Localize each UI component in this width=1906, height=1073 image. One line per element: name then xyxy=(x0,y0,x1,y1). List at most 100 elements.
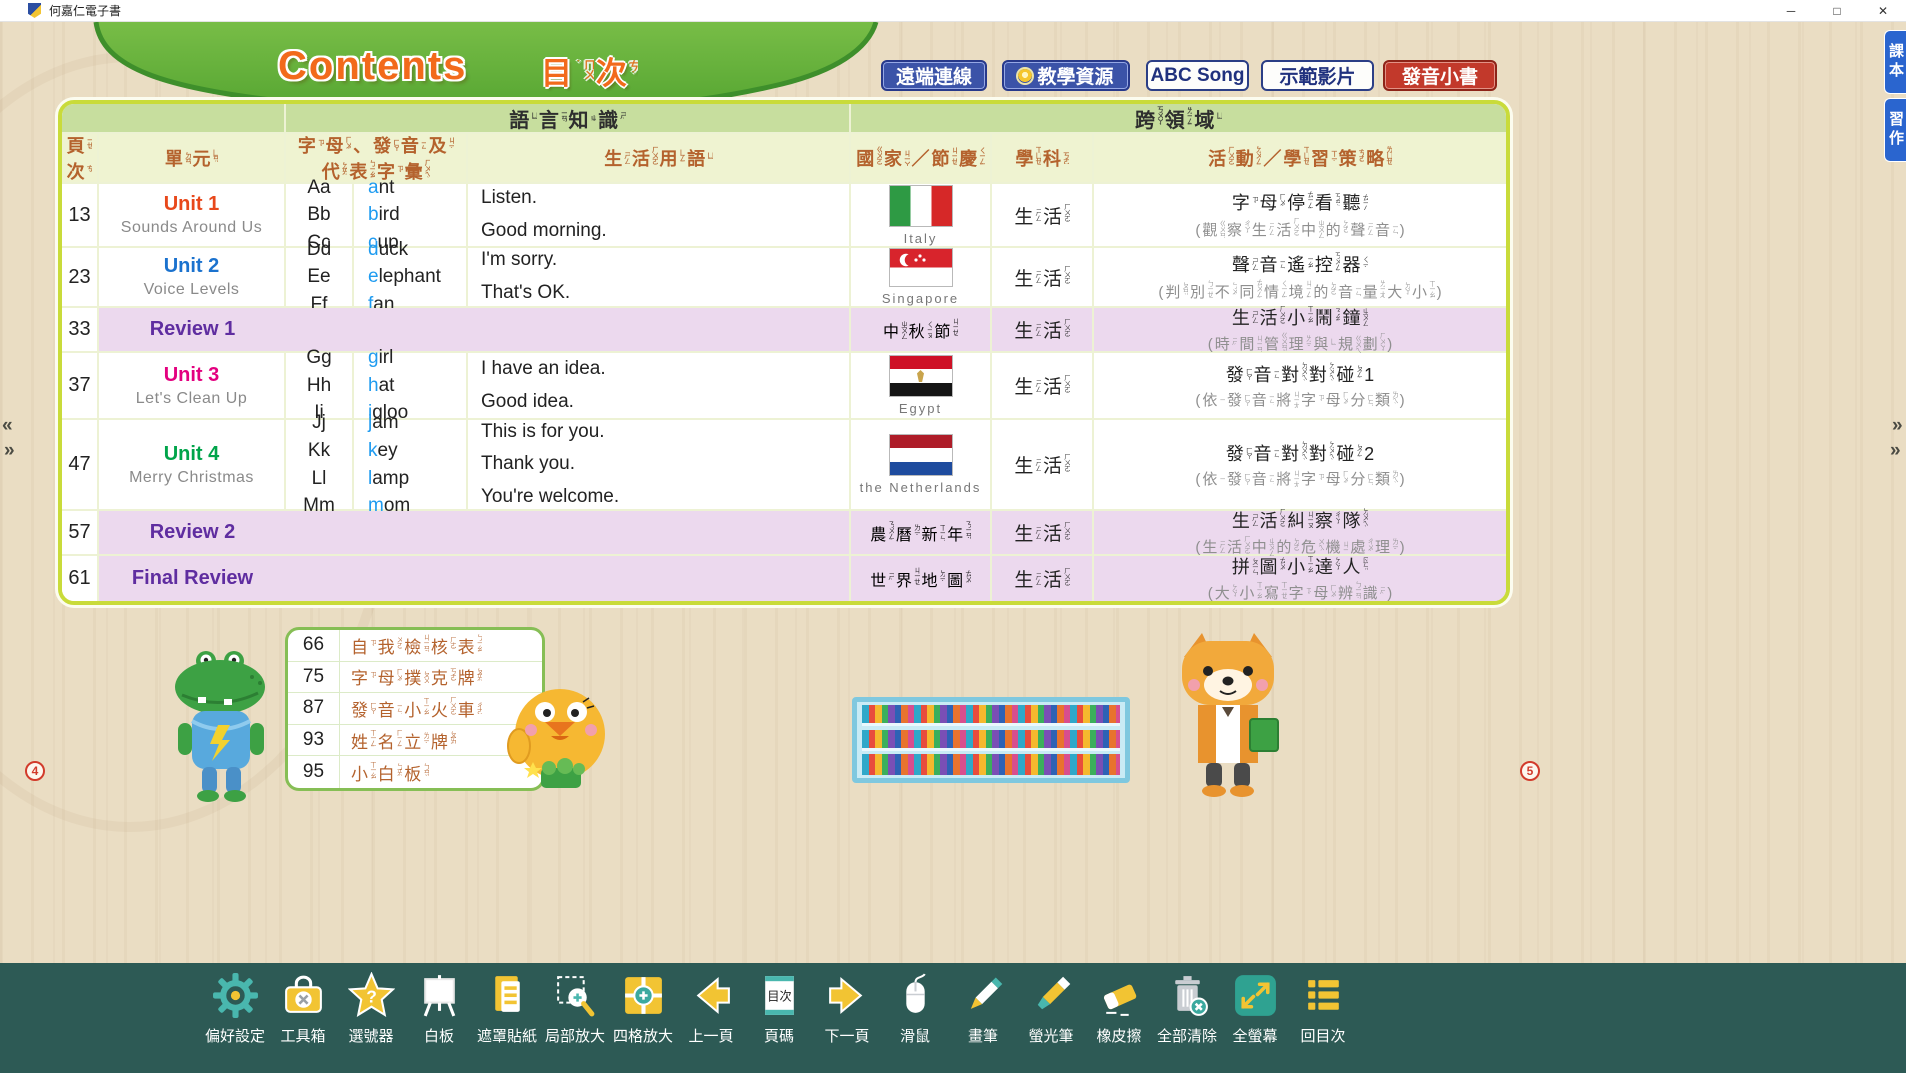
tab-workbook[interactable]: 習作 xyxy=(1884,98,1906,162)
subject-cell: 生ㄕㄥ活ㄏㄨㄛˊ xyxy=(992,248,1094,308)
toolbar-highlighter[interactable]: 螢光筆 xyxy=(1017,963,1085,1067)
activity-cell: 拼ㄆㄧㄣ圖ㄊㄨˊ小ㄒㄧㄠˇ達ㄉㄚˊ人ㄖㄣˊ (大ㄉㄚˋ小ㄒㄧㄠˇ寫ㄒㄧㄝˇ字ㄗˋ… xyxy=(1094,556,1506,601)
eraser-icon xyxy=(1096,972,1143,1019)
toolbar-preferences[interactable]: 偏好設定 xyxy=(201,963,269,1067)
activity-cell: 字ㄗˋ母ㄇㄨˇ停ㄊㄧㄥˊ看ㄎㄢˋ聽ㄊㄧㄥ (觀ㄍㄨㄢ察ㄔㄚˊ生ㄕㄥ活ㄏㄨㄛˊ中ㄓ… xyxy=(1094,184,1506,248)
festival-cell: 世ㄕˋ界ㄐㄧㄝˋ地ㄉㄧˋ圖ㄊㄨˊ xyxy=(851,556,992,601)
toolbar-back-to-contents[interactable]: 回目次 xyxy=(1289,963,1357,1067)
toolbar-eraser[interactable]: 橡皮擦 xyxy=(1085,963,1153,1067)
toolbar-prev-page[interactable]: 上一頁 xyxy=(677,963,745,1067)
gear-icon xyxy=(212,972,259,1019)
activity-cell: 聲ㄕㄥ音ㄧㄣ遙ㄧㄠˊ控ㄎㄨㄥˋ器ㄑㄧˋ (判ㄆㄢˋ別ㄅㄧㄝˊ不ㄅㄨˋ同ㄊㄨㄥˊ情… xyxy=(1094,248,1506,308)
flag-egypt xyxy=(889,355,953,397)
page-badge-left[interactable]: 4 xyxy=(25,761,45,781)
flag-label: Italy xyxy=(904,231,938,246)
minimize-button[interactable]: ─ xyxy=(1768,0,1814,22)
page-number-icon: 目次 xyxy=(756,972,803,1019)
demo-video-button[interactable]: 示範影片 xyxy=(1261,60,1374,91)
toolbar-mouse[interactable]: 滑鼠 xyxy=(881,963,949,1067)
row-page: 13 xyxy=(62,184,99,248)
fullscreen-icon xyxy=(1232,972,1279,1019)
phonics-book-button[interactable]: 發音小書 xyxy=(1383,60,1497,91)
festival-cell: 農ㄋㄨㄥˊ曆ㄌㄧˋ新ㄒㄧㄣ年ㄋㄧㄢˊ xyxy=(851,511,992,556)
review-1-cell[interactable]: Review 1 xyxy=(99,308,851,353)
back-to-contents-icon xyxy=(1300,972,1347,1019)
toolbar-pen[interactable]: 畫筆 xyxy=(949,963,1017,1067)
review-2-cell[interactable]: Review 2 xyxy=(99,511,851,556)
toolbar-mask-sticker[interactable]: 遮罩貼紙 xyxy=(473,963,541,1067)
abc-song-button[interactable]: ABC Song xyxy=(1146,60,1249,91)
unit-1-cell[interactable]: Unit 1 Sounds Around Us xyxy=(99,184,286,248)
toolbox-icon xyxy=(280,972,327,1019)
toolbar-quad-zoom[interactable]: 四格放大 xyxy=(609,963,677,1067)
country-cell: Egypt xyxy=(851,353,992,420)
col-header-activity: 活ㄏㄨㄛˊ動ㄉㄨㄥˋ／學ㄒㄩㄝˊ習ㄒㄧˊ策ㄘㄜˋ略ㄌㄩㄝˋ xyxy=(1094,134,1506,184)
extras-row-self-check[interactable]: 66 自ㄗˋ我ㄨㄛˇ檢ㄐㄧㄢˇ核ㄏㄜˊ表ㄅㄧㄠˇ xyxy=(288,630,542,662)
unit-subtitle: Merry Christmas xyxy=(129,469,254,487)
page-badge-right[interactable]: 5 xyxy=(1520,761,1540,781)
prev-page-icon xyxy=(688,972,735,1019)
phrases-cell: I have an idea. Good idea. xyxy=(468,353,851,420)
col-header-country: 國ㄍㄨㄛˊ家ㄐㄧㄚ／節ㄐㄧㄝˊ慶ㄑㄧㄥˋ xyxy=(851,134,992,184)
unit-3-cell[interactable]: Unit 3 Let's Clean Up xyxy=(99,353,286,420)
remote-connect-button[interactable]: 遠端連線 xyxy=(881,60,987,91)
mask-sticker-icon xyxy=(484,972,531,1019)
words-cell: jamkeylampmom xyxy=(354,420,468,511)
prev-spread-chevron-2[interactable]: » xyxy=(4,441,15,460)
unit-title: Unit 1 xyxy=(164,193,220,216)
duck-mascot xyxy=(503,670,617,794)
subject-cell: 生ㄕㄥ活ㄏㄨㄛˊ xyxy=(992,353,1094,420)
window-title: 何嘉仁電子書 xyxy=(49,2,121,19)
whiteboard-icon xyxy=(416,972,463,1019)
toolbar-next-page[interactable]: 下一頁 xyxy=(813,963,881,1067)
svg-text:目次: 目次 xyxy=(767,990,792,1004)
next-page-icon xyxy=(824,972,871,1019)
contents-title-zh: 目ㄇㄨˋ次ㄘˋ xyxy=(540,48,639,93)
prev-spread-chevron[interactable]: « xyxy=(2,416,13,435)
tab-textbook[interactable]: 課本 xyxy=(1884,30,1906,94)
pen-icon xyxy=(960,972,1007,1019)
country-cell: Italy xyxy=(851,184,992,248)
next-spread-chevron-2[interactable]: » xyxy=(1890,441,1901,460)
letters-cell: Jj Kk Ll Mm xyxy=(286,420,354,511)
teaching-resources-button[interactable]: 教學資源 xyxy=(1002,60,1130,91)
bookshelf-row xyxy=(862,754,1120,775)
phrases-cell: This is for you. Thank you. You're welco… xyxy=(468,420,851,511)
close-button[interactable]: ✕ xyxy=(1860,0,1906,22)
bottom-toolbar: 偏好設定 工具箱 ? 選號器 白板 xyxy=(0,963,1906,1073)
crocodile-mascot xyxy=(158,645,290,803)
col-header-page: 頁ㄧㄝˋ次ㄘˋ xyxy=(62,134,99,184)
unit-2-cell[interactable]: Unit 2 Voice Levels xyxy=(99,248,286,308)
unit-4-cell[interactable]: Unit 4 Merry Christmas xyxy=(99,420,286,511)
toolbar-clear-all[interactable]: 全部清除 xyxy=(1153,963,1221,1067)
svg-text:?: ? xyxy=(366,987,377,1007)
col-header-phrases: 生ㄕㄥ活ㄏㄨㄛˊ用ㄩㄥˋ語ㄩˇ xyxy=(468,134,851,184)
subject-cell: 生ㄕㄥ活ㄏㄨㄛˊ xyxy=(992,556,1094,601)
subject-cell: 生ㄕㄥ活ㄏㄨㄛˊ xyxy=(992,184,1094,248)
toolbar-whiteboard[interactable]: 白板 xyxy=(405,963,473,1067)
subject-cell: 生ㄕㄥ活ㄏㄨㄛˊ xyxy=(992,308,1094,353)
toolbar-fullscreen[interactable]: 全螢幕 xyxy=(1221,963,1289,1067)
unit-title: Unit 4 xyxy=(164,443,220,466)
next-spread-chevron[interactable]: » xyxy=(1892,416,1903,435)
unit-subtitle: Sounds Around Us xyxy=(121,219,262,237)
maximize-button[interactable]: □ xyxy=(1814,0,1860,22)
group-header-empty xyxy=(62,104,286,134)
activity-cell: 發ㄈㄚ音ㄧㄣ對ㄉㄨㄟˋ對ㄉㄨㄟˋ碰ㄆㄥˋ1 (依ㄧ發ㄈㄚ音ㄧㄣ將ㄐㄧㄤ字ㄗˋ母ㄇ… xyxy=(1094,353,1506,420)
phrases-cell: Listen. Good morning. xyxy=(468,184,851,248)
bookshelf-illustration xyxy=(852,697,1130,783)
toolbar-toolbox[interactable]: 工具箱 xyxy=(269,963,337,1067)
group-header-language-knowledge: 語ㄩˇ言ㄧㄢˊ知ㄓ識ㄕˋ xyxy=(286,104,851,134)
dog-mascot xyxy=(1156,627,1300,801)
flag-label: Egypt xyxy=(899,401,942,416)
toolbar-partial-zoom[interactable]: 局部放大 xyxy=(541,963,609,1067)
app-logo-icon xyxy=(28,3,41,18)
toolbar-number-picker[interactable]: ? 選號器 xyxy=(337,963,405,1067)
flag-netherlands xyxy=(889,434,953,476)
final-review-cell[interactable]: Final Review xyxy=(99,556,851,601)
unit-subtitle: Let's Clean Up xyxy=(136,390,247,408)
activity-cell: 生ㄕㄥ活ㄏㄨㄛˊ小ㄒㄧㄠˇ鬧ㄋㄠˋ鐘ㄓㄨㄥ (時ㄕˊ間ㄐㄧㄢ管ㄍㄨㄢˇ理ㄌㄧˇ與… xyxy=(1094,308,1506,353)
unit-subtitle: Voice Levels xyxy=(144,281,240,299)
toolbar-page-number[interactable]: 目次 頁碼 xyxy=(745,963,813,1067)
subject-cell: 生ㄕㄥ活ㄏㄨㄛˊ xyxy=(992,511,1094,556)
